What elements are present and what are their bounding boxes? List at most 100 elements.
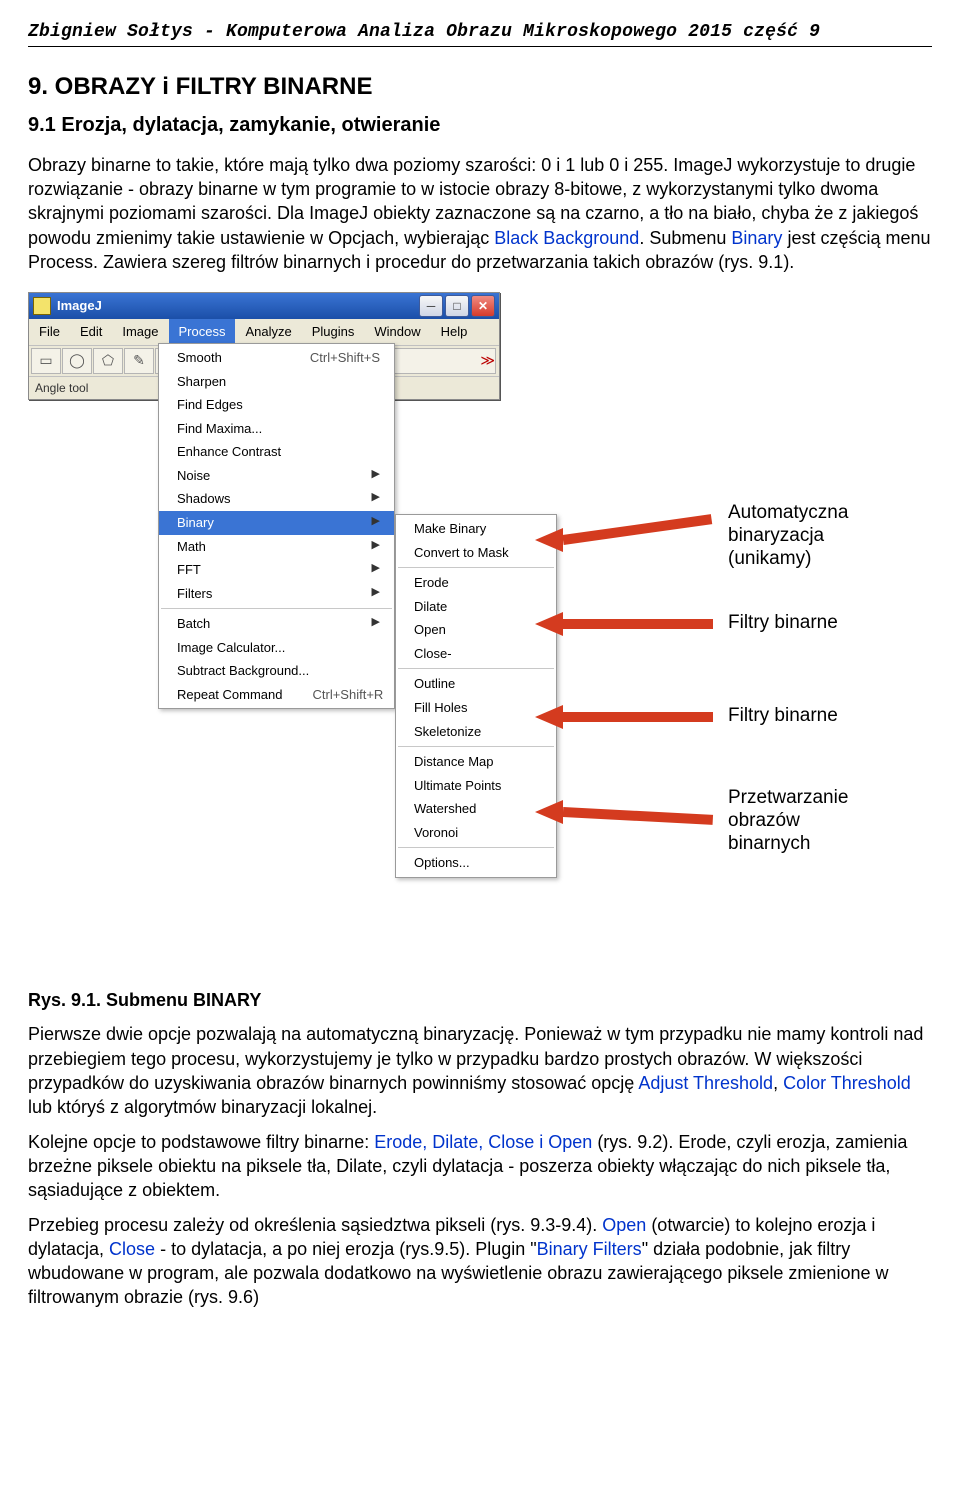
- menu-item-window[interactable]: Window: [364, 319, 430, 345]
- menu-item-label: Binary: [177, 514, 342, 532]
- process-menu-item-binary[interactable]: Binary ▶: [159, 511, 394, 535]
- binary-menu-item-voronoi[interactable]: Voronoi: [396, 821, 556, 845]
- document-header: Zbigniew Sołtys - Komputerowa Analiza Ob…: [28, 20, 932, 47]
- submenu-arrow-icon: ▶: [372, 585, 380, 603]
- term-binary: Binary: [731, 228, 782, 248]
- menu-item-edit[interactable]: Edit: [70, 319, 112, 345]
- process-menu-item-smooth[interactable]: Smooth Ctrl+Shift+S: [159, 346, 394, 370]
- binary-menu-item-convert-to-mask[interactable]: Convert to Mask: [396, 541, 556, 565]
- menu-item-label: Find Edges: [177, 396, 380, 414]
- paragraph-5: Przebieg procesu zależy od określenia są…: [28, 1213, 932, 1310]
- process-menu-dropdown: Smooth Ctrl+Shift+S Sharpen Find Edges Find …: [158, 343, 395, 709]
- menu-item-label: Convert to Mask: [414, 544, 542, 562]
- process-menu-item-batch[interactable]: Batch ▶: [159, 612, 394, 636]
- process-menu-item-image-calculator[interactable]: Image Calculator...: [159, 636, 394, 660]
- process-menu-item-sharpen[interactable]: Sharpen: [159, 370, 394, 394]
- minimize-button[interactable]: ─: [419, 295, 443, 317]
- submenu-arrow-icon: ▶: [372, 514, 380, 532]
- close-button[interactable]: ✕: [471, 295, 495, 317]
- binary-menu-item-dilate[interactable]: Dilate: [396, 595, 556, 619]
- menu-item-label: Outline: [414, 675, 542, 693]
- menu-item-label: Watershed: [414, 800, 542, 818]
- term-adjust-threshold: Adjust Threshold: [638, 1073, 773, 1093]
- menu-item-label: Batch: [177, 615, 342, 633]
- process-menu-item-repeat-command[interactable]: Repeat CommandCtrl+Shift+R: [159, 683, 394, 707]
- menu-item-label: Open: [414, 621, 542, 639]
- tool-rectangle-icon[interactable]: ▭: [31, 348, 61, 374]
- menu-shortcut: Ctrl+Shift+S: [310, 349, 380, 367]
- process-menu-item-filters[interactable]: Filters▶: [159, 582, 394, 606]
- process-menu-item-math[interactable]: Math▶: [159, 535, 394, 559]
- term-binary-filters-plugin: Binary Filters: [537, 1239, 642, 1259]
- tool-polygon-icon[interactable]: ⬠: [93, 348, 123, 374]
- menu-separator: [161, 608, 392, 609]
- submenu-arrow-icon: ▶: [372, 615, 380, 633]
- tool-oval-icon[interactable]: ◯: [62, 348, 92, 374]
- menu-item-label: Options...: [414, 854, 542, 872]
- app-icon: [33, 297, 51, 315]
- window-title: ImageJ: [57, 297, 419, 315]
- menu-item-label: Make Binary: [414, 520, 542, 538]
- menu-item-label: Smooth: [177, 349, 280, 367]
- text: - to dylatacja, a po niej erozja (rys.9.…: [155, 1239, 537, 1259]
- menu-item-label: Image Calculator...: [177, 639, 380, 657]
- binary-menu-item-open[interactable]: Open: [396, 618, 556, 642]
- annotation-binary-filters-1: Filtry binarne: [728, 612, 838, 635]
- submenu-arrow-icon: ▶: [372, 490, 380, 508]
- menu-item-plugins[interactable]: Plugins: [302, 319, 365, 345]
- term-black-background: Black Background: [494, 228, 639, 248]
- section-title: 9. OBRAZY i FILTRY BINARNE: [28, 71, 932, 103]
- paragraph-4: Kolejne opcje to podstawowe filtry binar…: [28, 1130, 932, 1203]
- menu-item-file[interactable]: File: [29, 319, 70, 345]
- menu-item-label: Noise: [177, 467, 342, 485]
- binary-menu-item-watershed[interactable]: Watershed: [396, 797, 556, 821]
- menu-item-label: Close-: [414, 645, 542, 663]
- term-color-threshold: Color Threshold: [783, 1073, 911, 1093]
- text: ,: [773, 1073, 783, 1093]
- menu-item-label: Shadows: [177, 490, 342, 508]
- binary-menu-item-fill-holes[interactable]: Fill Holes: [396, 696, 556, 720]
- process-menu-item-shadows[interactable]: Shadows ▶: [159, 487, 394, 511]
- process-menu-item-find-maxima[interactable]: Find Maxima...: [159, 417, 394, 441]
- process-menu-item-find-edges[interactable]: Find Edges: [159, 393, 394, 417]
- menu-item-process[interactable]: Process: [169, 319, 236, 345]
- menu-separator: [398, 668, 554, 669]
- binary-menu-item-erode[interactable]: Erode: [396, 571, 556, 595]
- menu-item-help[interactable]: Help: [431, 319, 478, 345]
- menu-item-label: Fill Holes: [414, 699, 542, 717]
- process-menu-item-noise[interactable]: Noise▶: [159, 464, 394, 488]
- term-close: Close: [109, 1239, 155, 1259]
- menu-separator: [398, 847, 554, 848]
- process-menu-item-enhance-contrast[interactable]: Enhance Contrast: [159, 440, 394, 464]
- term-open: Open: [602, 1215, 646, 1235]
- binary-menu-item-make-binary[interactable]: Make Binary: [396, 517, 556, 541]
- menu-item-label: Voronoi: [414, 824, 542, 842]
- annotation-auto-binarization: Automatyczna binaryzacja (unikamy): [728, 502, 848, 570]
- menu-item-label: Ultimate Points: [414, 777, 542, 795]
- binary-menu-item-distance-map[interactable]: Distance Map: [396, 750, 556, 774]
- menu-item-label: Erode: [414, 574, 542, 592]
- menu-item-label: Find Maxima...: [177, 420, 380, 438]
- menu-item-analyze[interactable]: Analyze: [235, 319, 301, 345]
- window-titlebar[interactable]: ImageJ ─ □ ✕: [29, 293, 499, 319]
- text: Kolejne opcje to podstawowe filtry binar…: [28, 1132, 374, 1152]
- process-menu-item-subtract-background[interactable]: Subtract Background...: [159, 659, 394, 683]
- figure-caption: Rys. 9.1. Submenu BINARY: [28, 988, 932, 1012]
- menu-item-label: Subtract Background...: [177, 662, 380, 680]
- maximize-button[interactable]: □: [445, 295, 469, 317]
- binary-submenu-dropdown: Make Binary Convert to Mask Erode Dilate Ope…: [395, 514, 557, 878]
- annotation-binary-filters-2: Filtry binarne: [728, 705, 838, 728]
- menu-item-image[interactable]: Image: [112, 319, 168, 345]
- menu-separator: [398, 746, 554, 747]
- binary-menu-item-options[interactable]: Options...: [396, 851, 556, 875]
- binary-menu-item-outline[interactable]: Outline: [396, 672, 556, 696]
- text: Przebieg procesu zależy od określenia są…: [28, 1215, 602, 1235]
- subsection-title: 9.1 Erozja, dylatacja, zamykanie, otwier…: [28, 112, 932, 139]
- binary-menu-item-skeletonize[interactable]: Skeletonize: [396, 720, 556, 744]
- process-menu-item-fft[interactable]: FFT▶: [159, 558, 394, 582]
- tool-freehand-icon[interactable]: ✎: [124, 348, 154, 374]
- submenu-arrow-icon: ▶: [372, 538, 380, 556]
- binary-menu-item-close[interactable]: Close-: [396, 642, 556, 666]
- text: .: [639, 228, 644, 248]
- binary-menu-item-ultimate-points[interactable]: Ultimate Points: [396, 774, 556, 798]
